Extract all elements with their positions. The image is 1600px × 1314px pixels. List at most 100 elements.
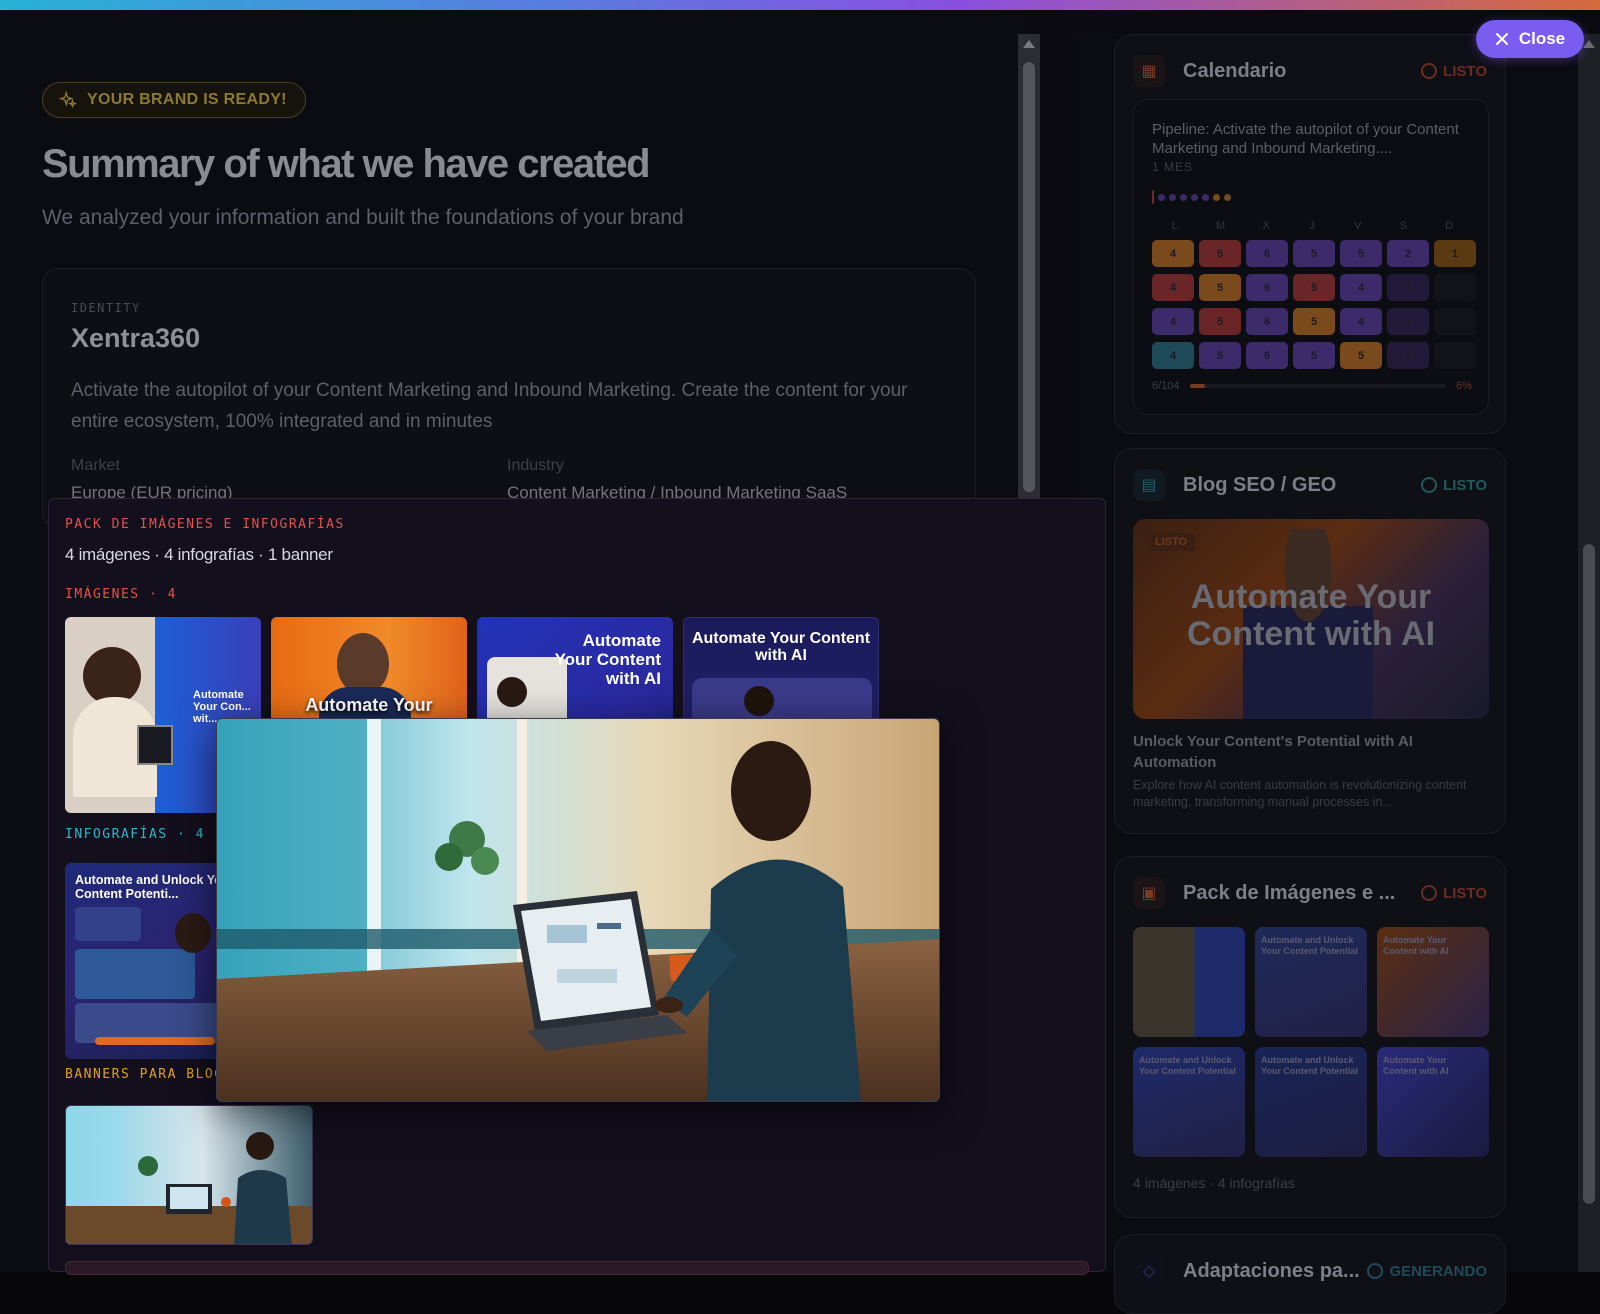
- pack-card-thumb[interactable]: [1133, 927, 1245, 1037]
- pack-card-thumb[interactable]: Automate and Unlock Your Content Potenti…: [1255, 927, 1367, 1037]
- calendar-day-cell[interactable]: 1: [1387, 342, 1429, 369]
- brand-description: Activate the autopilot of your Content M…: [71, 380, 908, 432]
- check-circle-icon: [1421, 477, 1438, 493]
- scrollbar-thumb[interactable]: [1023, 62, 1035, 492]
- progress-count: 6/104: [1152, 380, 1180, 392]
- calendar-day-cell[interactable]: 6: [1246, 240, 1288, 267]
- calendar-day-cell[interactable]: 5: [1340, 240, 1382, 267]
- pack-card-status: LISTO: [1421, 885, 1487, 902]
- blog-card[interactable]: ▤ Blog SEO / GEO LISTO LISTO Automate Yo…: [1114, 448, 1506, 834]
- calendar-day-cell[interactable]: 6: [1246, 308, 1288, 335]
- calendar-day-cell[interactable]: 5: [1293, 342, 1335, 369]
- calendar-day-cell[interactable]: 4: [1152, 342, 1194, 369]
- sparkle-icon: [59, 91, 77, 109]
- weekday-label: S: [1399, 220, 1408, 232]
- calendar-status: LISTO: [1421, 63, 1487, 80]
- post-description: Explore how AI content automation is rev…: [1133, 778, 1467, 809]
- pack-card-thumb[interactable]: Automate Your Content with AI: [1377, 1047, 1489, 1157]
- calendar-day-cell[interactable]: [1434, 274, 1476, 301]
- calendar-day-cell[interactable]: 4: [1152, 308, 1194, 335]
- close-label: Close: [1518, 29, 1566, 48]
- image-caption: Automate Your Content with AI: [554, 631, 661, 688]
- calendar-day-cell[interactable]: 4: [1152, 274, 1194, 301]
- image-preview-popup[interactable]: [216, 718, 940, 1102]
- adaptations-card[interactable]: ◇ Adaptaciones pa... GENERANDO: [1114, 1234, 1506, 1314]
- pipeline-dots: [1152, 190, 1231, 204]
- adaptations-title: Adaptaciones pa...: [1183, 1259, 1360, 1282]
- pack-card-thumb[interactable]: Automate Your Content with AI: [1377, 927, 1489, 1037]
- pack-card-thumb[interactable]: Automate and Unlock Your Content Potenti…: [1255, 1047, 1367, 1157]
- adaptations-status: GENERANDO: [1367, 1263, 1487, 1280]
- weekday-label: L: [1171, 220, 1178, 232]
- scroll-up-arrow-icon[interactable]: [1583, 40, 1595, 48]
- calendar-day-cell[interactable]: [1434, 342, 1476, 369]
- calendar-day-cell[interactable]: 1: [1434, 240, 1476, 267]
- share-icon: ◇: [1133, 1255, 1165, 1287]
- weekday-label: D: [1445, 220, 1454, 232]
- calendar-day-cell[interactable]: 5: [1199, 240, 1241, 267]
- calendar-day-cell[interactable]: 4: [1340, 308, 1382, 335]
- images-section-label: IMÁGENES · 4: [65, 587, 177, 602]
- scrollbar-thumb[interactable]: [1583, 544, 1595, 1204]
- banners-section-label: BANNERS PARA BLOG: [65, 1067, 224, 1082]
- progress-percent: 6%: [1456, 380, 1472, 392]
- deliverables-column: ▦ Calendario LISTO Pipeline: Activate th…: [1078, 34, 1578, 1314]
- pack-label: PACK DE IMÁGENES E INFOGRAFÍAS: [65, 517, 345, 532]
- calendar-card[interactable]: ▦ Calendario LISTO Pipeline: Activate th…: [1114, 34, 1506, 434]
- calendar-day-cell[interactable]: 5: [1340, 342, 1382, 369]
- calendar-day-cell[interactable]: [1434, 308, 1476, 335]
- pipeline-text: Pipeline: Activate the autopilot of your…: [1152, 121, 1459, 157]
- weekday-label: V: [1354, 220, 1362, 232]
- page-scrollbar[interactable]: [1578, 34, 1600, 1272]
- calendar-day-cell[interactable]: 5: [1199, 342, 1241, 369]
- badge-text: YOUR BRAND IS READY!: [87, 91, 287, 108]
- weekday-header: LMXJVSD: [1152, 220, 1472, 232]
- close-button[interactable]: Close: [1476, 20, 1584, 58]
- calendar-day-cell[interactable]: 4: [1340, 274, 1382, 301]
- blog-hero-image[interactable]: LISTO Automate Your Content with AI: [1133, 519, 1489, 719]
- banner-illustration: [66, 1106, 312, 1244]
- pack-card-title: Pack de Imágenes e ...: [1183, 881, 1396, 904]
- calendar-day-cell[interactable]: 1: [1387, 274, 1429, 301]
- brand-ready-badge: YOUR BRAND IS READY!: [42, 82, 306, 118]
- calendar-day-cell[interactable]: 5: [1199, 274, 1241, 301]
- summary-scrollbar[interactable]: [1018, 34, 1040, 504]
- check-circle-icon: [1421, 63, 1438, 79]
- blog-status: LISTO: [1421, 477, 1487, 494]
- banner-thumb[interactable]: [65, 1105, 313, 1245]
- calendar-icon: ▦: [1133, 55, 1165, 87]
- infographics-section-label: INFOGRAFÍAS · 4: [65, 827, 205, 842]
- calendar-day-cell[interactable]: 5: [1293, 274, 1335, 301]
- pack-card-thumb[interactable]: Automate and Unlock Your Content Potenti…: [1133, 1047, 1245, 1157]
- post-title: Unlock Your Content's Potential with AI …: [1133, 733, 1413, 771]
- calendar-day-cell[interactable]: 6: [1246, 342, 1288, 369]
- image-caption: Automate Your Content with AI: [691, 630, 871, 664]
- calendar-day-cell[interactable]: 4: [1152, 240, 1194, 267]
- calendar-day-cell[interactable]: 2: [1387, 240, 1429, 267]
- thumb-caption: Automate Your Content with AI: [1383, 1055, 1449, 1076]
- weekday-label: J: [1309, 220, 1315, 232]
- spinner-icon: [1367, 1263, 1384, 1279]
- image-pack-card[interactable]: ▣ Pack de Imágenes e ... LISTO Automate …: [1114, 856, 1506, 1218]
- calendar-preview: Pipeline: Activate the autopilot of your…: [1133, 99, 1489, 415]
- thumb-caption: Automate and Unlock Your Content Potenti…: [1261, 1055, 1358, 1076]
- thumb-caption: Automate and Unlock Your Content Potenti…: [1261, 935, 1358, 956]
- period-label: 1 MES: [1152, 160, 1194, 174]
- calendar-day-cell[interactable]: 5: [1199, 308, 1241, 335]
- calendar-progress: 6/104 6%: [1152, 380, 1472, 392]
- scroll-up-arrow-icon[interactable]: [1023, 40, 1035, 48]
- calendar-day-cell[interactable]: 6: [1246, 274, 1288, 301]
- thumb-caption: Automate Your Content with AI: [1383, 935, 1449, 956]
- calendar-day-cell[interactable]: 5: [1293, 240, 1335, 267]
- calendar-day-cell[interactable]: 5: [1293, 308, 1335, 335]
- blog-title: Blog SEO / GEO: [1183, 473, 1337, 496]
- market-label: Market: [71, 457, 120, 474]
- calendar-title: Calendario: [1183, 59, 1287, 82]
- preview-image: [217, 719, 939, 1101]
- weekday-label: X: [1262, 220, 1270, 232]
- close-icon: [1495, 33, 1508, 45]
- calendar-day-cell[interactable]: 1: [1387, 308, 1429, 335]
- calendar-grid: 4565521456541456541456551: [1152, 240, 1482, 369]
- image-caption: Automate Your: [305, 695, 433, 715]
- hero-tag: LISTO: [1147, 533, 1196, 551]
